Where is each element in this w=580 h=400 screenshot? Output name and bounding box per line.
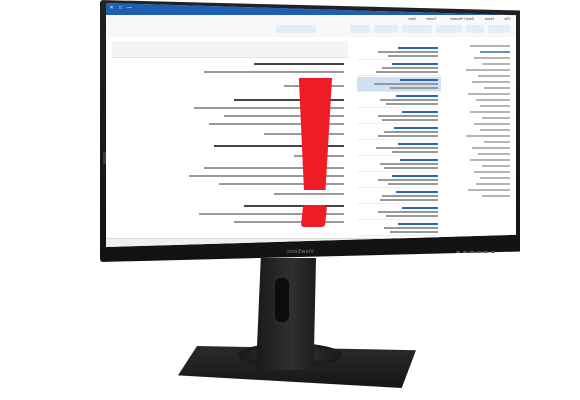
folder-item[interactable] [476, 183, 510, 185]
ribbon: File Home Send / Receive Folder View [106, 15, 516, 38]
folder-item[interactable] [484, 87, 510, 89]
folder-item[interactable] [474, 57, 510, 59]
list-item[interactable] [357, 125, 441, 140]
tab-send-receive[interactable]: Send / Receive [450, 17, 474, 21]
monitor-buttons [456, 251, 495, 253]
list-item[interactable] [357, 173, 441, 188]
list-item[interactable] [357, 141, 441, 156]
message-header [112, 41, 348, 58]
list-item[interactable] [357, 109, 441, 124]
folder-item[interactable] [474, 123, 510, 125]
folder-item[interactable] [470, 111, 510, 113]
ribbon-delete-button[interactable] [466, 25, 484, 33]
message-list [353, 37, 444, 247]
folder-item[interactable] [478, 153, 510, 155]
side-port [103, 152, 106, 164]
folder-item[interactable] [466, 69, 510, 71]
search-people-input[interactable] [276, 25, 316, 33]
folder-item[interactable] [484, 141, 510, 143]
monitor-button[interactable] [463, 251, 467, 253]
folder-item-inbox[interactable] [480, 51, 510, 53]
message-line [204, 71, 344, 73]
tab-home[interactable]: Home [485, 17, 494, 21]
minimize-button[interactable]: — [126, 5, 133, 11]
folder-item[interactable] [480, 177, 510, 179]
ribbon-quick-steps[interactable] [402, 25, 432, 33]
warning-exclamation-dot [300, 205, 328, 227]
folder-item[interactable] [476, 99, 510, 101]
folder-item[interactable] [482, 165, 510, 167]
tab-folder[interactable]: Folder [426, 17, 436, 21]
monitor-button[interactable] [477, 251, 481, 253]
power-button[interactable] [491, 251, 495, 253]
cable-management-slot [275, 278, 289, 322]
monitor-button[interactable] [470, 251, 474, 253]
folder-item[interactable] [472, 147, 510, 149]
list-item[interactable] [357, 45, 441, 60]
ribbon-reply-button[interactable] [436, 25, 462, 33]
list-item[interactable] [357, 205, 441, 220]
folder-item[interactable] [468, 189, 510, 191]
message-line [274, 193, 344, 195]
folder-item[interactable] [470, 45, 510, 47]
list-item[interactable] [357, 157, 441, 172]
ribbon-tags-button[interactable] [350, 25, 370, 33]
tab-file[interactable]: File [504, 17, 510, 21]
folder-item[interactable] [480, 105, 510, 107]
monitor: Inbox - Outlook — □ ✕ File Home Send / R… [0, 0, 580, 400]
message-line [244, 205, 344, 207]
folder-item[interactable] [482, 117, 510, 119]
folder-item[interactable] [482, 63, 510, 65]
maximize-button[interactable]: □ [117, 5, 124, 11]
folder-item[interactable] [468, 93, 510, 95]
ribbon-new-email-button[interactable] [488, 25, 510, 33]
folder-item[interactable] [478, 75, 510, 77]
list-item-selected[interactable] [357, 77, 441, 92]
folder-item[interactable] [474, 171, 510, 173]
list-item[interactable] [357, 93, 441, 108]
message-line [234, 221, 344, 223]
list-item[interactable] [357, 221, 441, 236]
list-item[interactable] [357, 189, 441, 204]
brand-logo: ViewSonic [286, 249, 314, 255]
monitor-button[interactable] [484, 251, 488, 253]
ribbon-move-button[interactable] [374, 25, 398, 33]
tab-view[interactable]: View [408, 17, 416, 21]
folder-pane [443, 37, 516, 247]
folder-item[interactable] [480, 129, 510, 131]
list-item[interactable] [357, 61, 441, 76]
close-button[interactable]: ✕ [108, 5, 115, 11]
folder-item[interactable] [482, 195, 510, 197]
folder-item[interactable] [472, 81, 510, 83]
folder-item[interactable] [470, 159, 510, 161]
monitor-button[interactable] [456, 251, 460, 253]
folder-item[interactable] [466, 135, 510, 137]
message-subject [254, 63, 344, 65]
